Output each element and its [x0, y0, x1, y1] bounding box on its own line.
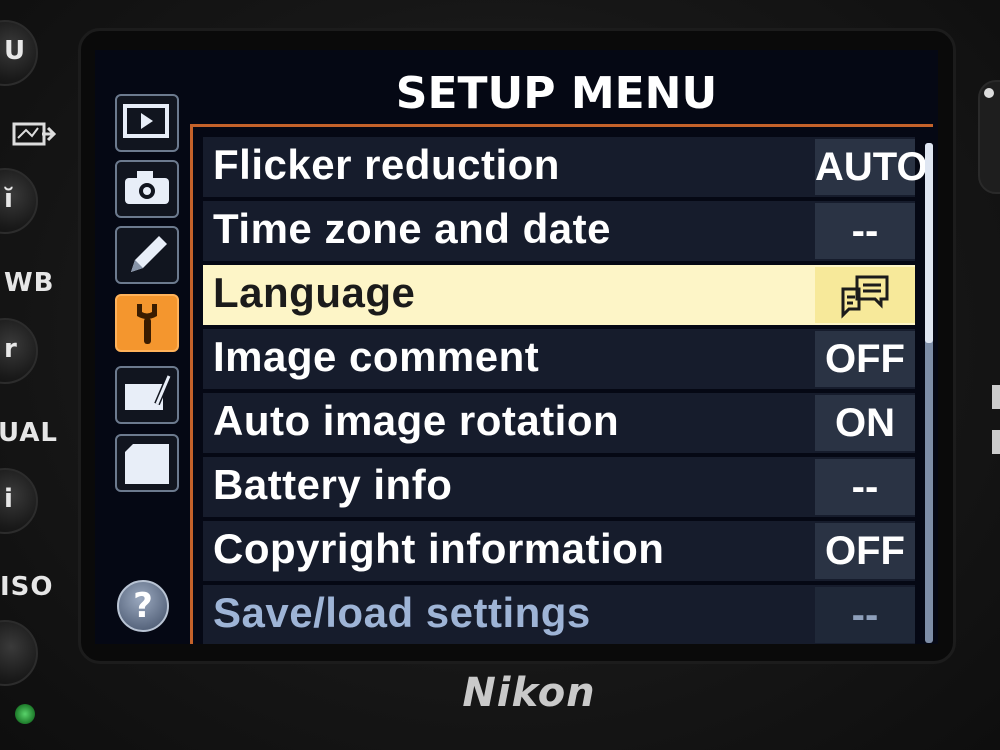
- menu-item-image-comment[interactable]: Image comment OFF: [203, 329, 915, 389]
- scrollbar-thumb[interactable]: [925, 143, 933, 343]
- language-value: [815, 267, 915, 323]
- side-button-4[interactable]: i: [0, 468, 38, 534]
- side-button-1[interactable]: U: [0, 20, 38, 86]
- side-button-3[interactable]: r: [0, 318, 38, 384]
- help-icon[interactable]: ?: [117, 580, 169, 632]
- menu-item-value: --: [815, 203, 915, 259]
- menu-item-time-zone-and-date[interactable]: Time zone and date --: [203, 201, 915, 261]
- menu-item-value: --: [815, 587, 915, 643]
- menu-list: Flicker reduction AUTO Time zone and dat…: [190, 124, 933, 644]
- tab-playback[interactable]: [115, 94, 179, 152]
- menu-item-label: Flicker reduction: [213, 141, 560, 188]
- menu-item-battery-info[interactable]: Battery info --: [203, 457, 915, 517]
- picture-control-icon: [12, 122, 56, 146]
- menu-item-flicker-reduction[interactable]: Flicker reduction AUTO: [203, 137, 928, 197]
- tab-my-menu[interactable]: [115, 434, 179, 492]
- tab-setup[interactable]: [115, 294, 179, 352]
- language-speech-bubble-icon: [841, 275, 889, 319]
- menu-item-label: Auto image rotation: [213, 397, 620, 444]
- menu-item-label: Save/load settings: [213, 589, 591, 636]
- menu-title: SETUP MENU: [395, 68, 718, 119]
- menu-item-language[interactable]: Language: [203, 265, 915, 325]
- playback-icon: [123, 104, 169, 138]
- menu-item-copyright-information[interactable]: Copyright information OFF: [203, 521, 915, 581]
- scrollbar[interactable]: [925, 143, 933, 643]
- iso-label: ISO: [0, 572, 54, 602]
- menu-item-value: ON: [815, 395, 915, 451]
- lcd-screen: SETUP MENU ? Flicker reduction AUTO Time…: [95, 50, 938, 644]
- tab-retouch[interactable]: [115, 366, 179, 424]
- indicator-dot: [984, 88, 994, 98]
- camera-icon: [125, 171, 169, 204]
- right-edge-mark: [992, 430, 1000, 454]
- right-edge-mark: [992, 385, 1000, 409]
- menu-item-label: Image comment: [213, 333, 540, 380]
- menu-item-label: Copyright information: [213, 525, 665, 572]
- menu-item-label: Language: [213, 269, 416, 316]
- menu-item-auto-image-rotation[interactable]: Auto image rotation ON: [203, 393, 915, 453]
- menu-item-label: Time zone and date: [213, 205, 611, 252]
- menu-item-value: AUTO: [815, 139, 928, 195]
- menu-item-value: OFF: [815, 523, 915, 579]
- brand-logo: Nikon: [462, 670, 596, 716]
- retouch-icon: [125, 374, 172, 410]
- menu-item-value: --: [815, 459, 915, 515]
- tab-shooting[interactable]: [115, 160, 179, 218]
- tab-custom-settings[interactable]: [115, 226, 179, 284]
- manual-label: UAL: [0, 418, 59, 448]
- menu-item-save-load-settings[interactable]: Save/load settings --: [203, 585, 915, 644]
- side-button-2[interactable]: ĭ: [0, 168, 38, 234]
- wrench-icon: [137, 304, 157, 344]
- menu-item-value: OFF: [815, 331, 915, 387]
- pencil-icon: [131, 236, 167, 272]
- my-menu-icon: [125, 444, 169, 484]
- wb-label: WB: [4, 268, 55, 298]
- menu-item-label: Battery info: [213, 461, 453, 508]
